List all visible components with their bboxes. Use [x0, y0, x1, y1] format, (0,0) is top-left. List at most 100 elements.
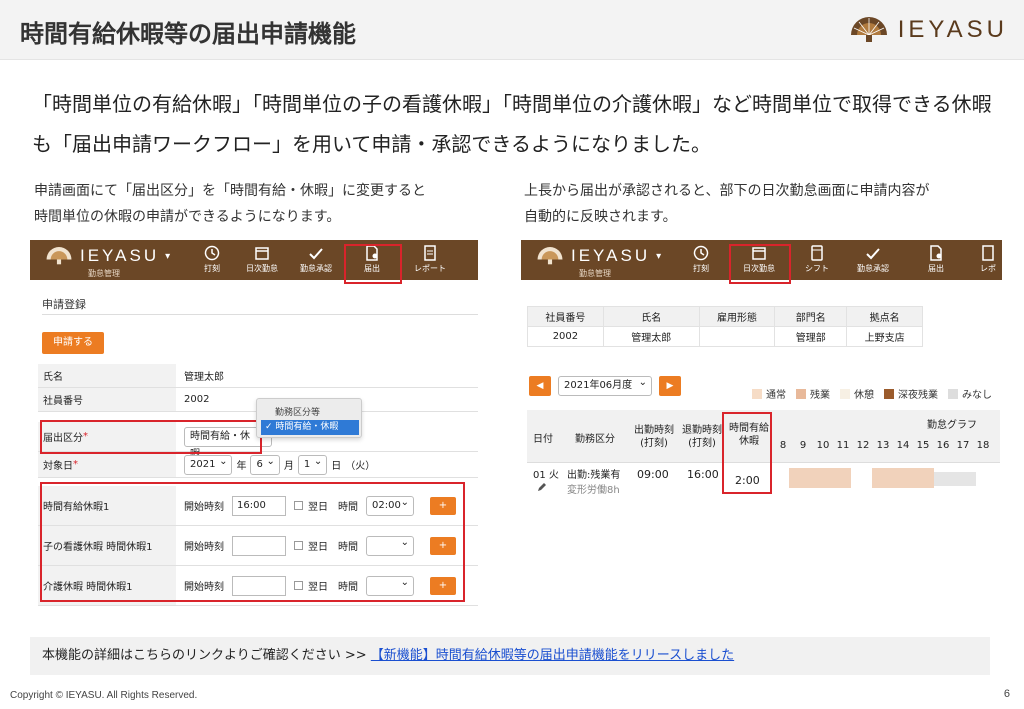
left-note: 申請画面にて「届出区分」を「時間有給・休暇」に変更すると 時間単位の休暇の申請が…	[34, 178, 426, 230]
column-header: 拠点名	[846, 306, 923, 327]
graph-legend: 通常 残業 休憩 深夜残業 みなし	[752, 386, 1002, 401]
graph-bar-normal	[789, 468, 851, 488]
legend-swatch	[752, 388, 762, 399]
app-navbar: IEYASU ▾ 勤怠管理 打刻 日次勤怠 勤怠承認 届出 レポート	[30, 240, 478, 280]
details-link[interactable]: 【新機能】時間有給休暇等の届出申請機能をリリースしました	[371, 648, 734, 663]
legend-item: 深夜残業	[884, 386, 938, 401]
name-row: 氏名 管理太郎	[38, 364, 478, 388]
legend-swatch	[796, 388, 806, 399]
column-header: 氏名	[602, 306, 700, 327]
target-date-label-text: 対象日	[43, 461, 73, 472]
app-logo-text: IEYASU	[80, 246, 160, 265]
report-icon	[424, 245, 436, 261]
hour-label: 17	[956, 440, 970, 451]
copyright: Copyright © IEYASU. All Rights Reserved.	[10, 690, 198, 701]
month-select[interactable]: 2021年06月度	[558, 374, 652, 396]
nav-approval[interactable]: 勤怠承認	[290, 240, 342, 280]
prev-month-button[interactable]: ◀	[529, 376, 551, 396]
check-icon: ✓	[265, 422, 273, 432]
nav-punch[interactable]: 打刻	[190, 240, 234, 280]
intro-text: 「時間単位の有給休暇」「時間単位の子の看護休暇」「時間単位の介護休暇」など時間単…	[32, 92, 992, 156]
brand-name: IEYASU	[897, 16, 1008, 43]
app-logo[interactable]: IEYASU ▾	[44, 246, 170, 266]
app-logo[interactable]: IEYASU ▾	[535, 246, 661, 266]
hour-label: 18	[976, 440, 990, 451]
target-date-label: 対象日 *	[38, 452, 176, 477]
weekday: （火）	[345, 461, 376, 472]
hour-label: 11	[836, 440, 850, 451]
hour-label: 8	[779, 440, 787, 451]
fan-logo-icon	[850, 17, 887, 42]
nav-report[interactable]: レポ	[973, 240, 1002, 280]
hour-label: 14	[896, 440, 910, 451]
column-header: 部門名	[774, 306, 848, 327]
nav-daily[interactable]: 日次勤怠	[238, 240, 286, 280]
year-select[interactable]: 2021	[184, 453, 233, 475]
table-cell: 2002	[527, 326, 604, 347]
hour-label: 12	[856, 440, 870, 451]
highlight-box	[729, 244, 791, 284]
highlight-box	[722, 412, 772, 494]
target-date-row: 対象日* 2021 年 6 月 1 日 （火）	[38, 452, 478, 478]
document-icon	[930, 245, 942, 261]
request-type-dropdown: 勤務区分等 ✓ 時間有給・休暇	[256, 398, 362, 438]
legend-label: 休憩	[854, 390, 874, 401]
hour-label: 15	[916, 440, 930, 451]
year-unit: 年	[236, 461, 247, 472]
hour-label: 16	[936, 440, 950, 451]
dropdown-option-label: 時間有給・休暇	[275, 422, 339, 432]
nav-shift[interactable]: シフト	[795, 240, 839, 280]
app-subtitle: 勤怠管理	[579, 269, 611, 278]
fan-logo-icon	[46, 247, 72, 265]
nav-approval[interactable]: 勤怠承認	[847, 240, 899, 280]
nav-label: レポ	[980, 264, 996, 273]
highlight-box	[40, 482, 465, 602]
legend-label: みなし	[962, 390, 992, 401]
pencil-icon[interactable]	[537, 482, 547, 492]
right-note-line: 自動的に反映されます。	[524, 209, 677, 225]
col-date: 日付	[533, 434, 553, 445]
left-note-line: 時間単位の休暇の申請ができるようになります。	[34, 209, 341, 225]
details-text: 本機能の詳細はこちらのリンクよりご確認ください >>	[42, 648, 371, 663]
legend-swatch	[840, 388, 850, 399]
nav-report[interactable]: レポート	[402, 240, 458, 280]
next-month-button[interactable]: ▶	[659, 376, 681, 396]
dropdown-option-selected[interactable]: ✓ 時間有給・休暇	[261, 420, 359, 435]
day-select[interactable]: 1	[297, 453, 328, 475]
right-note-line: 上長から届出が承認されると、部下の日次勤怠画面に申請内容が	[524, 183, 930, 199]
dropdown-group-label: 勤務区分等	[275, 408, 321, 418]
employee-table: 社員番号 氏名 雇用形態 部門名 拠点名 2002 管理太郎 管理部 上野支店	[527, 306, 923, 347]
legend-item: みなし	[948, 386, 992, 401]
nav-label: 日次勤怠	[246, 264, 278, 273]
check-icon	[309, 248, 323, 260]
nav-label: 打刻	[693, 264, 709, 273]
month-unit: 月	[283, 461, 294, 472]
fan-logo-icon	[537, 247, 563, 265]
row-type: 出勤:残業有	[567, 470, 621, 481]
table-cell	[698, 326, 776, 347]
name-value: 管理太郎	[184, 372, 224, 383]
month-select[interactable]: 6	[250, 453, 280, 475]
employee-number-value: 2002	[184, 394, 210, 405]
nav-request[interactable]: 届出	[911, 240, 961, 280]
nav-label: シフト	[805, 264, 829, 273]
legend-swatch	[948, 388, 958, 399]
required-mark: *	[73, 459, 78, 470]
table-cell: 上野支店	[846, 326, 923, 347]
graph-bar-normal	[872, 468, 934, 488]
brand-logo: IEYASU	[848, 14, 1008, 46]
graph-hours: 8 9 10 11 12 13 14 15 16 17 18	[773, 440, 993, 451]
chevron-down-icon: ▾	[656, 250, 662, 262]
legend-item: 残業	[796, 386, 830, 401]
shift-icon	[811, 245, 823, 261]
app-logo-text: IEYASU	[571, 246, 651, 265]
check-icon	[866, 248, 880, 260]
nav-punch[interactable]: 打刻	[681, 240, 721, 280]
apply-button[interactable]: 申請する	[42, 332, 104, 354]
nav-label: 勤怠承認	[300, 264, 332, 273]
row-clock-out: 16:00	[687, 468, 719, 481]
details-link-box: 本機能の詳細はこちらのリンクよりご確認ください >> 【新機能】時間有給休暇等の…	[30, 637, 990, 675]
nav-label: 打刻	[204, 264, 220, 273]
left-note-line: 申請画面にて「届出区分」を「時間有給・休暇」に変更すると	[34, 183, 426, 199]
legend-item: 通常	[752, 386, 786, 401]
